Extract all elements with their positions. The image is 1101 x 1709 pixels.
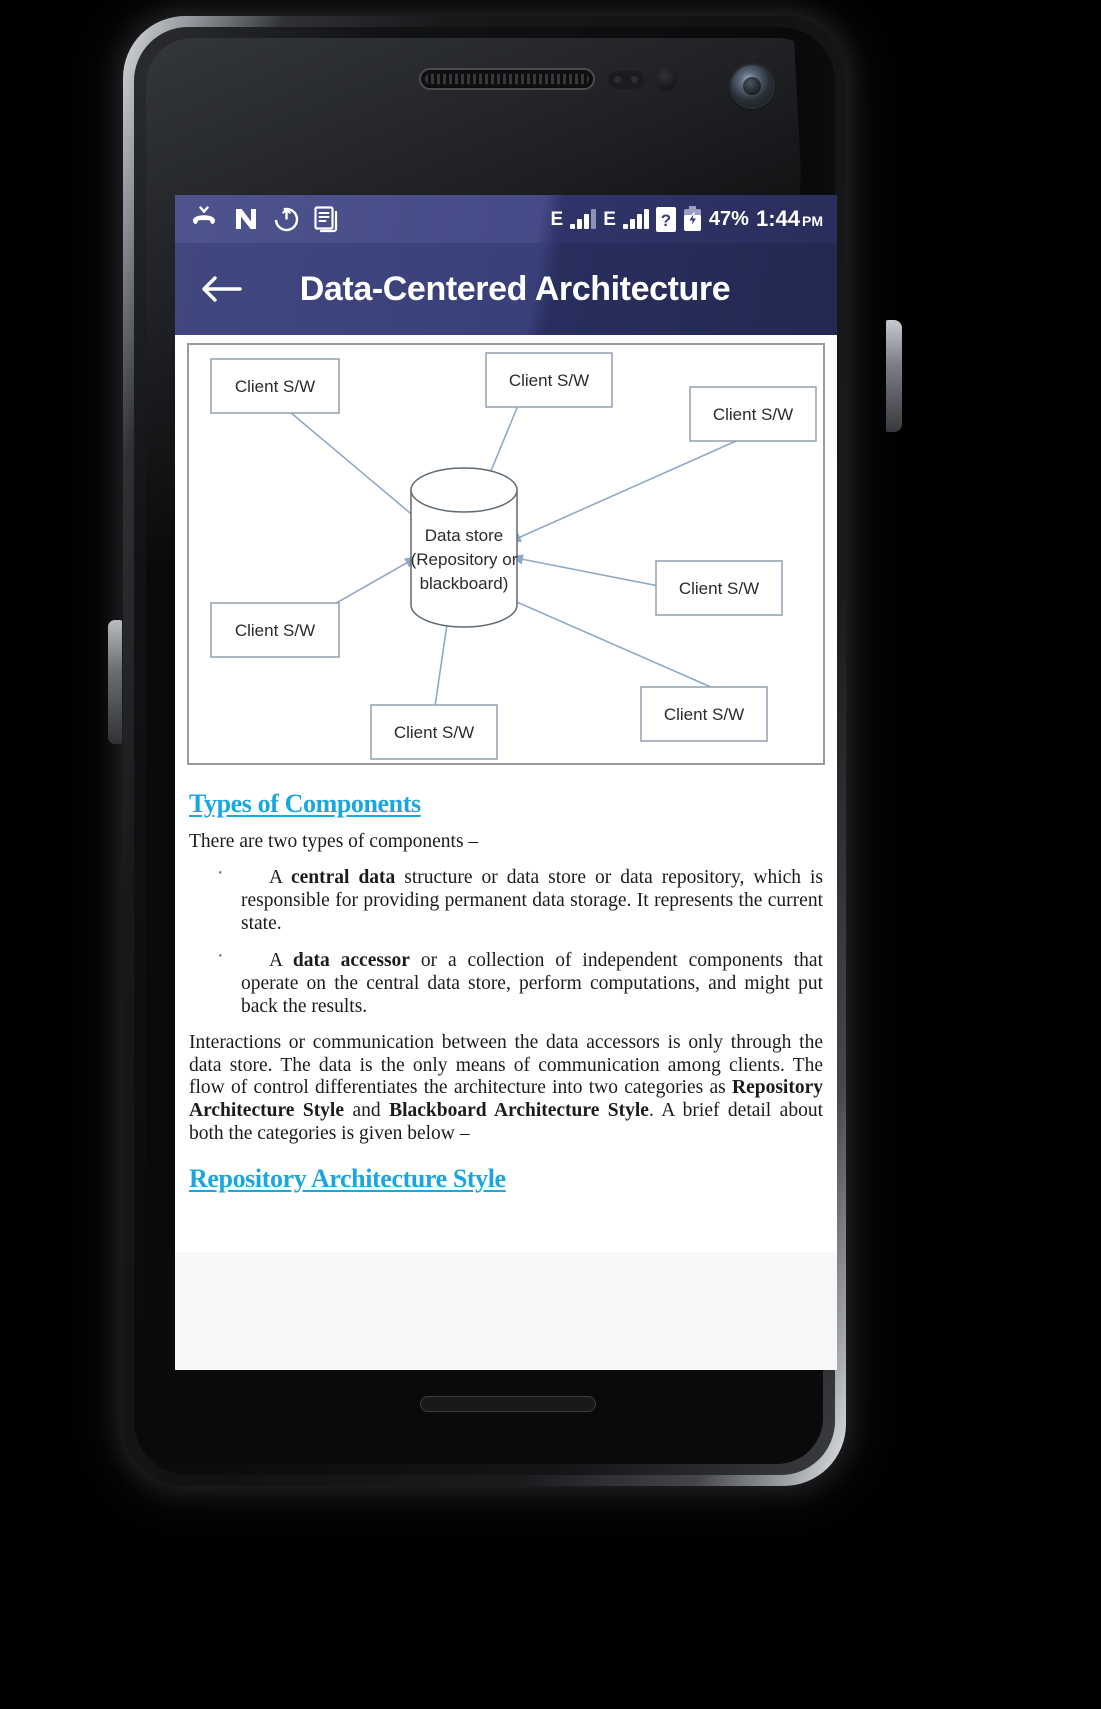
earpiece-speaker — [419, 68, 595, 90]
bullet-text-data-accessor: A data accessor or a collection of indep… — [241, 949, 823, 1017]
signal-strength-icon-2 — [622, 209, 649, 229]
status-bar: E E ? 47% 1:44 PM — [175, 195, 837, 243]
bold-term-central-data: central data — [291, 866, 396, 888]
data-store-label-line3: blackboard) — [420, 574, 509, 593]
list-item: A data accessor or a collection of indep… — [189, 945, 823, 1018]
battery-percent-label: 47% — [708, 207, 749, 230]
back-button[interactable] — [193, 261, 249, 317]
list-item: A central data structure or data store o… — [189, 862, 824, 935]
arrow-left-icon — [202, 276, 242, 302]
heading-types-of-components[interactable]: Types of Components — [189, 789, 421, 819]
power-update-icon — [274, 207, 299, 231]
bottom-speaker — [420, 1396, 596, 1412]
architecture-diagram: Data store (Repository or blackboard) Cl… — [187, 343, 825, 765]
client-bottom-right-label: Client S/W — [664, 705, 744, 724]
component-types-list: A central data structure or data store o… — [189, 862, 824, 1018]
intro-paragraph: There are two types of components – — [189, 831, 479, 852]
bullet-text-central-data: A central data structure or data store o… — [241, 866, 824, 934]
svg-text:?: ? — [661, 211, 671, 230]
client-top-right-label: Client S/W — [713, 405, 793, 424]
screenshot-root: E E ? 47% 1:44 PM Data-Centered Architec… — [0, 0, 1101, 1709]
network-type-label-1: E — [550, 208, 564, 230]
action-bar: Data-Centered Architecture — [175, 243, 837, 335]
article-body: Types of Components There are two types … — [175, 765, 837, 1250]
signal-strength-icon-1 — [570, 209, 597, 229]
status-bar-left-icons — [189, 205, 339, 233]
article-content[interactable]: Data store (Repository or blackboard) Cl… — [175, 335, 837, 1370]
volume-button[interactable] — [108, 620, 122, 744]
client-mid-left-label: Client S/W — [235, 621, 315, 640]
data-store-label-line2: (Repository or — [411, 550, 518, 569]
status-bar-right-icons: E E ? 47% 1:44 PM — [551, 206, 823, 232]
heading-repository-architecture-style[interactable]: Repository Architecture Style — [189, 1164, 506, 1194]
bold-term-blackboard-style: Blackboard Architecture Style — [389, 1100, 649, 1122]
client-top-left-label: Client S/W — [235, 377, 315, 396]
network-type-label-2: E — [603, 208, 616, 230]
front-camera-icon — [731, 65, 773, 107]
clock-label: 1:44 PM — [755, 206, 823, 231]
content-bottom-spacer — [175, 1252, 837, 1370]
bold-term-data-accessor: data accessor — [292, 949, 410, 971]
battery-charging-icon — [683, 206, 701, 231]
client-bottom-left-label: Client S/W — [394, 723, 474, 742]
light-sensor-icon — [656, 67, 677, 91]
phone-screen: E E ? 47% 1:44 PM Data-Centered Architec… — [175, 195, 837, 1370]
interactions-paragraph: Interactions or communication between th… — [189, 1031, 823, 1145]
data-store-label-line1: Data store — [425, 526, 503, 545]
nextradio-n-icon — [236, 209, 256, 229]
proximity-sensor-icon — [608, 71, 644, 89]
sim-unknown-icon: ? — [655, 206, 676, 232]
power-button[interactable] — [886, 320, 902, 432]
missed-call-icon — [193, 206, 215, 225]
document-icon — [314, 205, 338, 232]
diagram-svg: Data store (Repository or blackboard) Cl… — [210, 352, 817, 760]
data-store-cylinder — [410, 467, 518, 628]
page-title: Data-Centered Architecture — [299, 269, 731, 308]
diagram-connectors — [271, 389, 768, 726]
client-top-center-label: Client S/W — [509, 371, 589, 390]
client-mid-right-label: Client S/W — [679, 579, 759, 598]
